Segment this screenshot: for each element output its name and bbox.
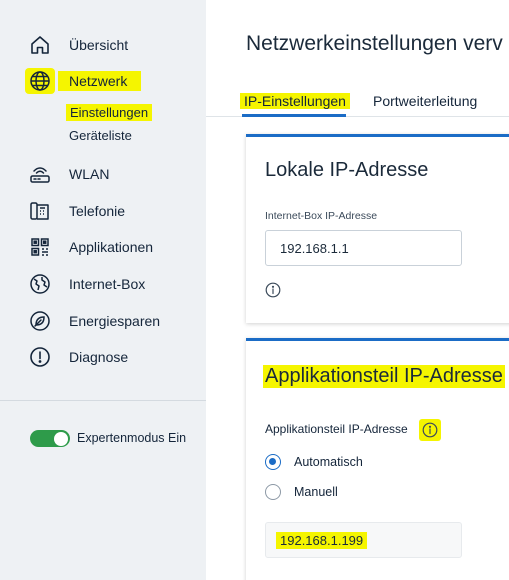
sidebar-item-label: Applikationen [69, 239, 154, 255]
router-icon [27, 161, 53, 187]
app-ip-input[interactable]: 192.168.1.199 [265, 522, 462, 558]
card-title: Applikationsteil IP-Adresse [263, 365, 505, 388]
sidebar-item-telefonie[interactable]: Telefonie [0, 196, 206, 226]
card-local-ip: Lokale IP-Adresse Internet-Box IP-Adress… [246, 134, 509, 323]
page-title: Netzwerkeinstellungen verv [246, 32, 503, 55]
home-icon [27, 32, 53, 58]
radio-label: Automatisch [294, 455, 363, 469]
sidebar-item-wlan[interactable]: WLAN [0, 159, 206, 189]
leaf-icon [27, 308, 53, 334]
expert-mode-toggle[interactable] [30, 430, 70, 447]
sidebar-item-label: Netzwerk [58, 71, 142, 91]
phone-icon [27, 198, 53, 224]
radio-button-checked[interactable] [265, 454, 281, 470]
sidebar-subitem-einstellungen[interactable]: Einstellungen [66, 104, 153, 121]
sidebar: Übersicht Netzwerk Einstellungen Gerätel… [0, 0, 206, 580]
sidebar-item-diagnose[interactable]: Diagnose [0, 342, 206, 372]
sidebar-item-uebersicht[interactable]: Übersicht [0, 30, 206, 60]
info-icon[interactable] [265, 282, 281, 298]
radio-label: Manuell [294, 485, 338, 499]
tab-portweiterleitung[interactable]: Portweiterleitung [373, 93, 477, 109]
sidebar-item-internet-box[interactable]: Internet-Box [0, 269, 206, 299]
internet-box-ip-input[interactable]: 192.168.1.1 [265, 230, 462, 266]
sidebar-divider [0, 400, 206, 401]
apps-icon [27, 234, 53, 260]
field-label: Applikationsteil IP-Adresse [265, 422, 408, 436]
radio-button[interactable] [265, 484, 281, 500]
info-icon[interactable] [419, 419, 441, 441]
sidebar-item-energiesparen[interactable]: Energiesparen [0, 306, 206, 336]
sidebar-item-label: Diagnose [69, 349, 129, 365]
sidebar-item-label: Telefonie [69, 203, 126, 219]
sidebar-item-netzwerk[interactable]: Netzwerk [0, 66, 206, 96]
card-title: Lokale IP-Adresse [265, 159, 429, 181]
alert-icon [27, 344, 53, 370]
internet-box-icon [27, 271, 53, 297]
card-app-ip: Applikationsteil IP-Adresse Applikations… [246, 338, 509, 580]
field-label: Internet-Box IP-Adresse [265, 210, 378, 222]
sidebar-item-label: Internet-Box [69, 276, 146, 292]
sidebar-subitem-geraeteliste[interactable]: Geräteliste [69, 128, 132, 143]
app-ip-value: 192.168.1.199 [276, 531, 368, 549]
sidebar-item-label: Übersicht [69, 37, 129, 53]
main-content: Netzwerkeinstellungen verv IP-Einstellun… [206, 0, 509, 580]
radio-manuell[interactable]: Manuell [265, 482, 338, 502]
tab-ip-einstellungen[interactable]: IP-Einstellungen [240, 93, 350, 109]
active-tab-indicator [242, 114, 346, 117]
expert-mode-label: Expertenmodus Ein [77, 431, 187, 445]
toggle-knob [54, 431, 68, 446]
globe-icon [25, 68, 55, 94]
sidebar-item-label: Energiesparen [69, 313, 161, 329]
sidebar-item-label: WLAN [69, 166, 110, 182]
radio-automatisch[interactable]: Automatisch [265, 452, 363, 472]
sidebar-item-applikationen[interactable]: Applikationen [0, 232, 206, 262]
